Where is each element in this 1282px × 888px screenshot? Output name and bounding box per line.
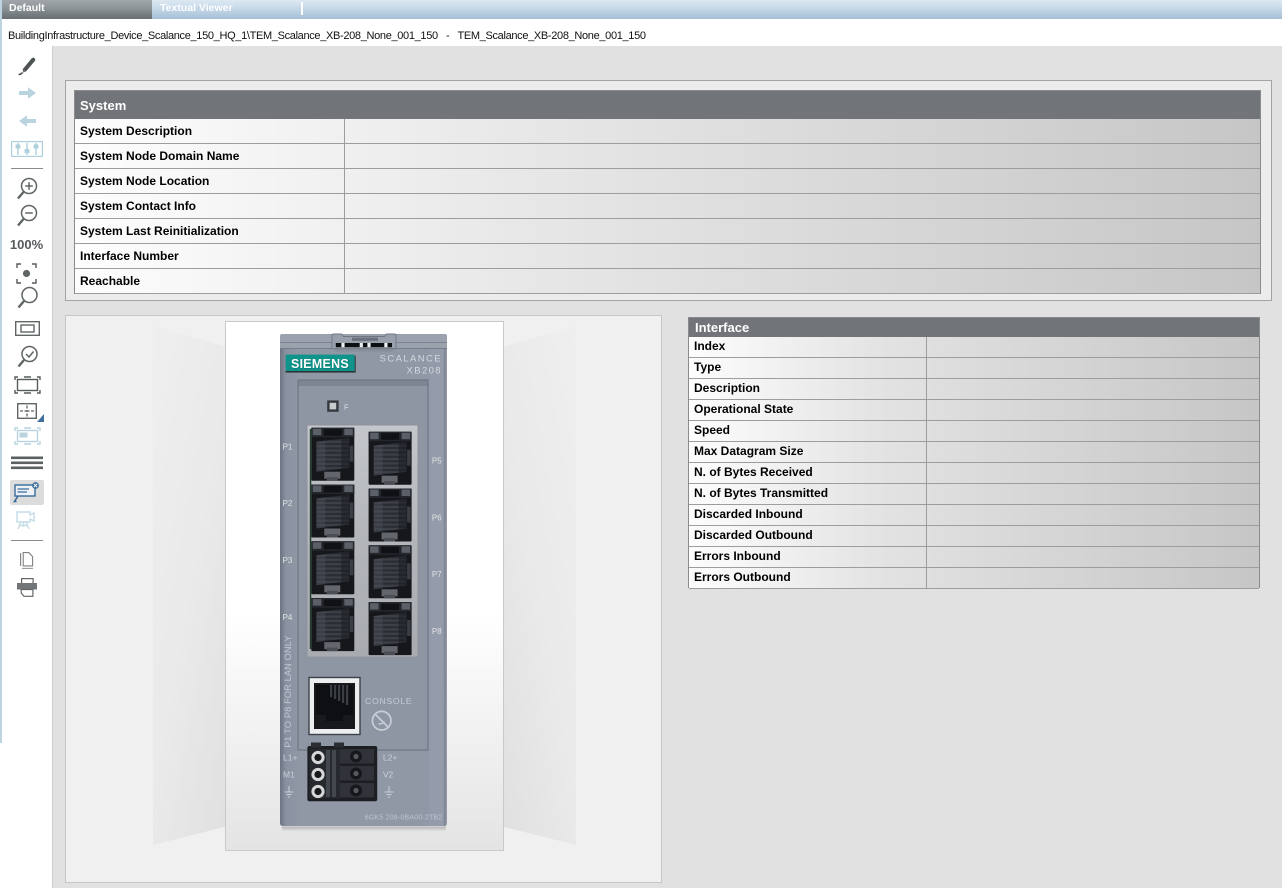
svg-text:M1: M1 xyxy=(283,770,295,780)
svg-text:P6: P6 xyxy=(432,513,442,522)
svg-text:P1 TO P8 FOR LAN ONLY: P1 TO P8 FOR LAN ONLY xyxy=(283,635,293,747)
svg-text:L1+: L1+ xyxy=(283,753,297,763)
svg-text:P3: P3 xyxy=(283,556,293,565)
svg-text:P7: P7 xyxy=(432,570,442,579)
svg-text:P1: P1 xyxy=(283,442,293,451)
svg-text:XB208: XB208 xyxy=(406,366,442,377)
svg-text:SCALANCE: SCALANCE xyxy=(380,354,442,365)
svg-text:6GK5 208-0BA00-2TB2: 6GK5 208-0BA00-2TB2 xyxy=(365,815,443,822)
svg-text:P2: P2 xyxy=(283,499,293,508)
svg-text:P8: P8 xyxy=(432,627,442,636)
svg-text:P4: P4 xyxy=(283,613,293,622)
svg-text:L2+: L2+ xyxy=(383,753,397,763)
svg-text:CONSOLE: CONSOLE xyxy=(365,696,412,706)
svg-text:SIEMENS: SIEMENS xyxy=(291,357,349,371)
svg-text:P5: P5 xyxy=(432,457,442,466)
svg-text:V2: V2 xyxy=(383,770,394,780)
svg-text:F: F xyxy=(344,403,349,412)
